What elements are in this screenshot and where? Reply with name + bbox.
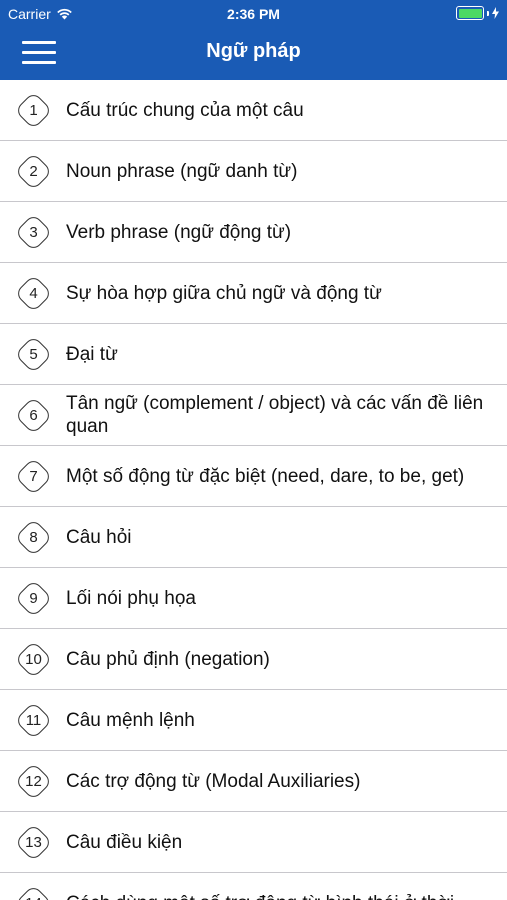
number-badge-icon: 13	[14, 823, 53, 862]
item-number: 13	[25, 834, 42, 851]
battery-icon	[456, 6, 484, 20]
charging-bolt-icon	[492, 7, 499, 19]
list-item-label: Câu phủ định (negation)	[66, 648, 270, 670]
list-item[interactable]: 6 Tân ngữ (complement / object) và các vấ…	[0, 385, 507, 446]
number-badge-icon: 5	[14, 335, 53, 374]
list-item[interactable]: 1 Cấu trúc chung của một câu	[0, 80, 507, 141]
item-number: 6	[29, 407, 38, 424]
navigation-bar: Ngữ pháp	[0, 28, 507, 80]
list-item-label: Cấu trúc chung của một câu	[66, 99, 304, 121]
top-bar: Carrier 2:36 PM Ngữ pháp	[0, 0, 507, 80]
number-badge-icon: 14	[14, 884, 53, 900]
page-title: Ngữ pháp	[206, 40, 301, 62]
list-item-label: Verb phrase (ngữ động từ)	[66, 221, 292, 243]
list-item[interactable]: 4 Sự hòa hợp giữa chủ ngữ và động từ	[0, 263, 507, 324]
number-badge-icon: 3	[14, 213, 53, 252]
list-item[interactable]: 9 Lối nói phụ họa	[0, 568, 507, 629]
list-item[interactable]: 11 Câu mệnh lệnh	[0, 690, 507, 751]
list-item-label: Tân ngữ (complement / object) và các vấn…	[66, 393, 484, 437]
list-item[interactable]: 8 Câu hỏi	[0, 507, 507, 568]
list-item[interactable]: 3 Verb phrase (ngữ động từ)	[0, 202, 507, 263]
list-item[interactable]: 13 Câu điều kiện	[0, 812, 507, 873]
status-time: 2:36 PM	[227, 6, 280, 22]
list-item-label: Các trợ động từ (Modal Auxiliaries)	[66, 770, 361, 792]
list-item-label: Lối nói phụ họa	[66, 587, 196, 609]
status-bar: Carrier 2:36 PM	[0, 0, 507, 28]
number-badge-icon: 2	[14, 152, 53, 191]
item-number: 9	[29, 590, 38, 607]
list-item-label: Câu điều kiện	[66, 831, 183, 853]
item-number: 14	[15, 885, 52, 900]
list-item[interactable]: 2 Noun phrase (ngữ danh từ)	[0, 141, 507, 202]
list-item-label: Cách dùng một số trợ động từ hình thái ở…	[66, 873, 493, 900]
item-number: 8	[29, 529, 38, 546]
number-badge-icon: 9	[14, 579, 53, 618]
item-number: 11	[25, 712, 42, 729]
list-item[interactable]: 5 Đại từ	[0, 324, 507, 385]
item-number: 1	[29, 102, 38, 119]
number-badge-icon: 8	[14, 518, 53, 557]
list-item[interactable]: 12 Các trợ động từ (Modal Auxiliaries)	[0, 751, 507, 812]
list-item-label: Câu hỏi	[66, 526, 132, 548]
number-badge-icon: 11	[14, 701, 53, 740]
grammar-topic-list: 1 Cấu trúc chung của một câu 2 Noun phrase …	[0, 80, 507, 900]
list-item[interactable]: 7 Một số động từ đặc biệt (need, dare, to…	[0, 446, 507, 507]
item-number: 5	[29, 346, 38, 363]
battery-indicator	[456, 6, 499, 20]
item-number: 7	[29, 468, 38, 485]
list-item-label: Noun phrase (ngữ danh từ)	[66, 160, 298, 182]
battery-tip	[487, 10, 489, 16]
list-item-label: Một số động từ đặc biệt (need, dare, to …	[66, 465, 465, 487]
number-badge-icon: 6	[14, 396, 53, 435]
item-number: 12	[25, 773, 42, 790]
item-number: 10	[25, 651, 42, 668]
number-badge-icon: 7	[14, 457, 53, 496]
number-badge-icon: 12	[14, 762, 53, 801]
number-badge-icon: 10	[14, 640, 53, 679]
number-badge-icon: 4	[14, 274, 53, 313]
item-number: 2	[29, 163, 38, 180]
item-number: 3	[29, 224, 38, 241]
list-item-label: Câu mệnh lệnh	[66, 709, 195, 731]
list-item-label: Sự hòa hợp giữa chủ ngữ và động từ	[66, 282, 382, 304]
list-item[interactable]: 10 Câu phủ định (negation)	[0, 629, 507, 690]
list-item[interactable]: 14 Cách dùng một số trợ động từ hình thái…	[0, 873, 507, 900]
item-number: 4	[29, 285, 38, 302]
number-badge-icon: 1	[14, 91, 53, 130]
list-item-label: Đại từ	[66, 343, 118, 365]
